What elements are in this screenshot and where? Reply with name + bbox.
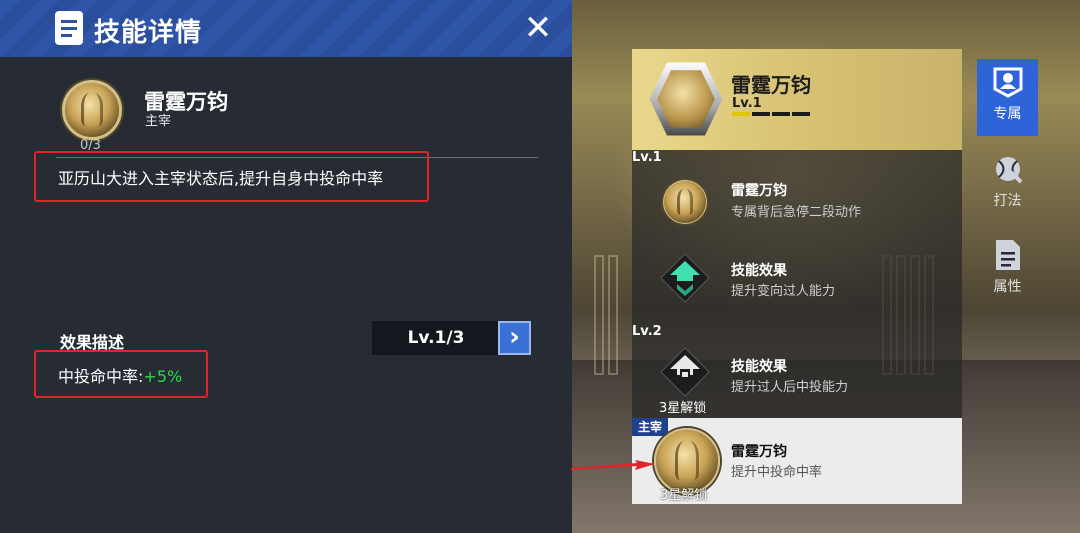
- scene-stripe: [594, 255, 604, 375]
- list-item-name: 技能效果: [731, 263, 787, 279]
- list-item-desc: 提升变向过人能力: [731, 284, 836, 299]
- level-progress-bar: [732, 112, 812, 116]
- list-header-name: 雷霆万钧: [731, 73, 811, 97]
- panel-title: 技能详情: [94, 18, 203, 48]
- list-item-desc: 提升过人后中投能力: [731, 380, 849, 395]
- locked-skill-icon: [660, 347, 710, 397]
- unlock-requirement: 3星解锁: [660, 488, 708, 503]
- attributes-icon: [995, 240, 1020, 270]
- document-icon: [55, 11, 83, 45]
- skill-role: 主宰: [145, 114, 172, 129]
- list-item-name: 雷霆万钧: [731, 444, 787, 460]
- tab-label: 属性: [993, 279, 1022, 295]
- close-icon: ✕: [523, 8, 553, 48]
- skill-icon: [62, 80, 122, 140]
- tab-exclusive[interactable]: 专属: [977, 59, 1038, 136]
- list-item-desc: 提升中投命中率: [731, 465, 823, 480]
- list-item-desc: 专属背后急停二段动作: [731, 205, 862, 220]
- list-item-name: 技能效果: [731, 359, 787, 375]
- panel-header: 技能详情 ✕: [0, 0, 572, 57]
- level-2-label: Lv.2: [632, 324, 662, 339]
- skill-detail-panel: 技能详情 ✕ 雷霆万钧 主宰 0/3 亚历山大进入主宰状态后,提升自身中投命中率…: [0, 0, 572, 533]
- tab-attributes[interactable]: 属性: [977, 238, 1038, 296]
- red-arrow-annotation: [571, 460, 655, 470]
- tab-label: 专属: [993, 106, 1022, 122]
- highlight-box-description: [34, 151, 429, 202]
- exclusive-icon: [993, 67, 1022, 98]
- crossover-boost-icon: [660, 253, 710, 303]
- tab-label: 打法: [993, 193, 1022, 209]
- dominate-tag: 主宰: [632, 418, 668, 436]
- list-header-level: Lv.1: [732, 96, 762, 111]
- chevron-right-icon: ›: [509, 322, 520, 352]
- unlock-requirement: 3星解锁: [659, 401, 707, 416]
- close-button[interactable]: ✕: [520, 8, 556, 48]
- skill-list-header[interactable]: 雷霆万钧 Lv.1: [632, 49, 962, 150]
- playstyle-icon: [995, 157, 1022, 184]
- level-display: Lv.1/3: [372, 321, 500, 355]
- scene-stripe: [608, 255, 618, 375]
- next-level-button[interactable]: ›: [498, 321, 531, 355]
- highlight-box-effect: [34, 350, 208, 398]
- level-1-label: Lv.1: [632, 150, 662, 165]
- tab-playstyle[interactable]: 打法: [977, 152, 1038, 210]
- move-skill-icon: [663, 180, 707, 224]
- list-item-name: 雷霆万钧: [731, 183, 787, 199]
- level-display-text: Lv.1/3: [407, 328, 465, 348]
